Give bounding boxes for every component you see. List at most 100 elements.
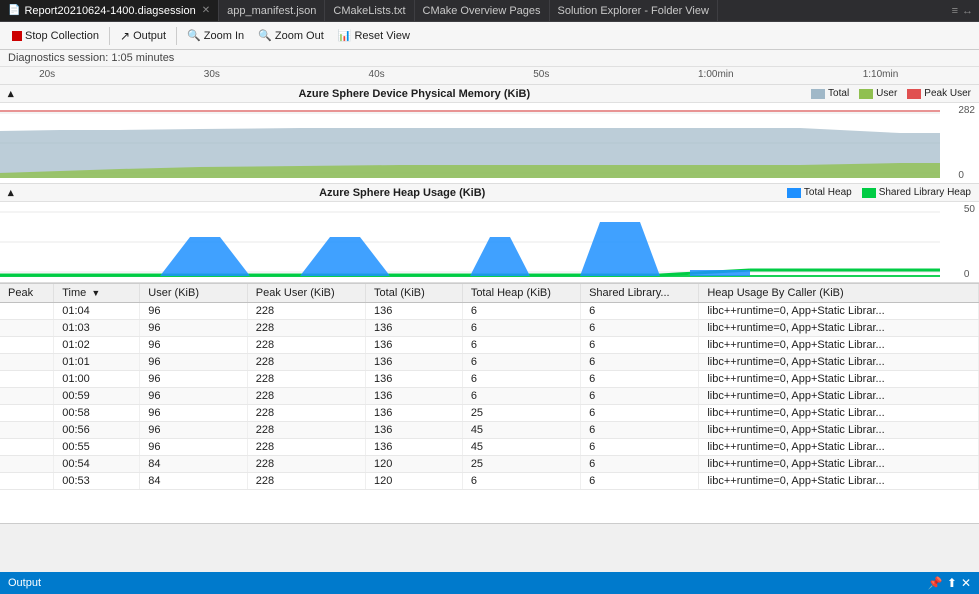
zoom-out-button[interactable]: 🔍 Zoom Out [252, 27, 330, 44]
legend-total-swatch [811, 89, 825, 99]
tab-label: app_manifest.json [227, 5, 316, 17]
tab-cmake-overview[interactable]: CMake Overview Pages [415, 0, 550, 21]
table-cell: 96 [140, 422, 248, 439]
table-row[interactable]: 01:009622813666libc++runtime=0, App+Stat… [0, 371, 979, 388]
legend-user-label: User [876, 88, 897, 99]
col-total[interactable]: Total (KiB) [366, 284, 463, 303]
table-cell: libc++runtime=0, App+Static Librar... [699, 422, 979, 439]
table-cell: 84 [140, 473, 248, 490]
table-cell: 136 [366, 337, 463, 354]
chart2-header: ▴ Azure Sphere Heap Usage (KiB) Total He… [0, 184, 979, 202]
table-row[interactable]: 01:039622813666libc++runtime=0, App+Stat… [0, 320, 979, 337]
col-peak-user[interactable]: Peak User (KiB) [247, 284, 365, 303]
table-cell: libc++runtime=0, App+Static Librar... [699, 354, 979, 371]
table-cell [0, 388, 54, 405]
table-cell: 6 [462, 303, 580, 320]
table-cell: 84 [140, 456, 248, 473]
chart2-body: 50 0 [0, 202, 979, 282]
table-row[interactable]: 00:5896228136256libc++runtime=0, App+Sta… [0, 405, 979, 422]
col-total-heap[interactable]: Total Heap (KiB) [462, 284, 580, 303]
table-row[interactable]: 01:019622813666libc++runtime=0, App+Stat… [0, 354, 979, 371]
tab-cmakelists[interactable]: CMakeLists.txt [325, 0, 414, 21]
chart1-y-max: 282 [958, 105, 975, 116]
table-cell: 96 [140, 439, 248, 456]
chart1-title: Azure Sphere Device Physical Memory (KiB… [298, 88, 530, 100]
col-user[interactable]: User (KiB) [140, 284, 248, 303]
table-cell: 120 [366, 456, 463, 473]
tab-close[interactable]: ✕ [202, 5, 210, 16]
table-cell: 25 [462, 456, 580, 473]
chart1-y-labels: 282 0 [958, 103, 975, 183]
zoom-out-icon: 🔍 [258, 29, 272, 42]
table-cell [0, 422, 54, 439]
pin-icon[interactable]: 📌 [928, 576, 943, 590]
table-cell: 00:56 [54, 422, 140, 439]
table-scroll[interactable]: Peak Time ▼ User (KiB) Peak User (KiB) T… [0, 284, 979, 524]
col-shared-lib[interactable]: Shared Library... [581, 284, 699, 303]
time-label-20s: 20s [39, 69, 55, 80]
table-row[interactable]: 00:599622813666libc++runtime=0, App+Stat… [0, 388, 979, 405]
table-cell: 00:53 [54, 473, 140, 490]
table-cell [0, 439, 54, 456]
table-row[interactable]: 00:5596228136456libc++runtime=0, App+Sta… [0, 439, 979, 456]
table-cell: 6 [581, 439, 699, 456]
tab-manifest[interactable]: app_manifest.json [219, 0, 325, 21]
tab-label: Report20210624-1400.diagsession [24, 5, 195, 17]
charts-area: 20s 30s 40s 50s 1:00min 1:10min ▴ Azure … [0, 67, 979, 284]
table-cell: 96 [140, 371, 248, 388]
col-heap-caller[interactable]: Heap Usage By Caller (KiB) [699, 284, 979, 303]
table-cell: 120 [366, 473, 463, 490]
legend-user: User [859, 88, 897, 99]
tab-solution-explorer[interactable]: Solution Explorer - Folder View [550, 0, 718, 21]
chart2-panel: ▴ Azure Sphere Heap Usage (KiB) Total He… [0, 184, 979, 283]
tab-diagsession[interactable]: 📄 Report20210624-1400.diagsession ✕ [0, 0, 219, 21]
col-time[interactable]: Time ▼ [54, 284, 140, 303]
stop-label: Stop Collection [25, 30, 99, 42]
chart2-svg [0, 202, 940, 282]
table-cell: 136 [366, 371, 463, 388]
table-cell: libc++runtime=0, App+Static Librar... [699, 320, 979, 337]
time-ruler: 20s 30s 40s 50s 1:00min 1:10min [0, 67, 979, 85]
session-info: Diagnostics session: 1:05 minutes [0, 50, 979, 67]
table-row[interactable]: 01:029622813666libc++runtime=0, App+Stat… [0, 337, 979, 354]
table-row[interactable]: 01:049622813666libc++runtime=0, App+Stat… [0, 303, 979, 320]
table-cell: 6 [581, 354, 699, 371]
stop-collection-button[interactable]: Stop Collection [6, 28, 105, 44]
table-cell: 228 [247, 422, 365, 439]
table-cell: 136 [366, 405, 463, 422]
table-cell: 6 [581, 337, 699, 354]
table-cell: 96 [140, 320, 248, 337]
legend-total-heap-label: Total Heap [804, 187, 852, 198]
bottom-panel-actions: 📌 ⬆ ✕ [928, 576, 971, 590]
expand-icon[interactable]: ⬆ [947, 576, 957, 590]
tab-menu-icon[interactable]: ≡ [952, 5, 958, 17]
output-button[interactable]: ↗ Output [114, 27, 172, 45]
tab-split-icon[interactable]: ↔ [962, 5, 973, 17]
table-cell: libc++runtime=0, App+Static Librar... [699, 337, 979, 354]
table-cell: 228 [247, 354, 365, 371]
table-cell: 45 [462, 422, 580, 439]
zoom-out-label: Zoom Out [275, 30, 324, 42]
table-cell: 136 [366, 303, 463, 320]
table-cell: 228 [247, 439, 365, 456]
close-panel-icon[interactable]: ✕ [961, 576, 971, 590]
legend-shared-heap-label: Shared Library Heap [879, 187, 971, 198]
table-row[interactable]: 00:5696228136456libc++runtime=0, App+Sta… [0, 422, 979, 439]
chart1-collapse-icon[interactable]: ▴ [8, 87, 14, 100]
table-cell: 45 [462, 439, 580, 456]
table-cell: libc++runtime=0, App+Static Librar... [699, 405, 979, 422]
table-cell: 228 [247, 473, 365, 490]
table-cell: 01:03 [54, 320, 140, 337]
table-cell [0, 405, 54, 422]
zoom-in-button[interactable]: 🔍 Zoom In [181, 27, 250, 44]
table-row[interactable]: 00:5484228120256libc++runtime=0, App+Sta… [0, 456, 979, 473]
session-info-text: Diagnostics session: 1:05 minutes [8, 52, 174, 64]
col-peak[interactable]: Peak [0, 284, 54, 303]
reset-view-button[interactable]: 📊 Reset View [332, 27, 416, 44]
table-cell: 01:04 [54, 303, 140, 320]
table-cell: 6 [462, 320, 580, 337]
chart2-collapse-icon[interactable]: ▴ [8, 186, 14, 199]
table-row[interactable]: 00:538422812066libc++runtime=0, App+Stat… [0, 473, 979, 490]
table-cell: 01:01 [54, 354, 140, 371]
table-cell: libc++runtime=0, App+Static Librar... [699, 456, 979, 473]
